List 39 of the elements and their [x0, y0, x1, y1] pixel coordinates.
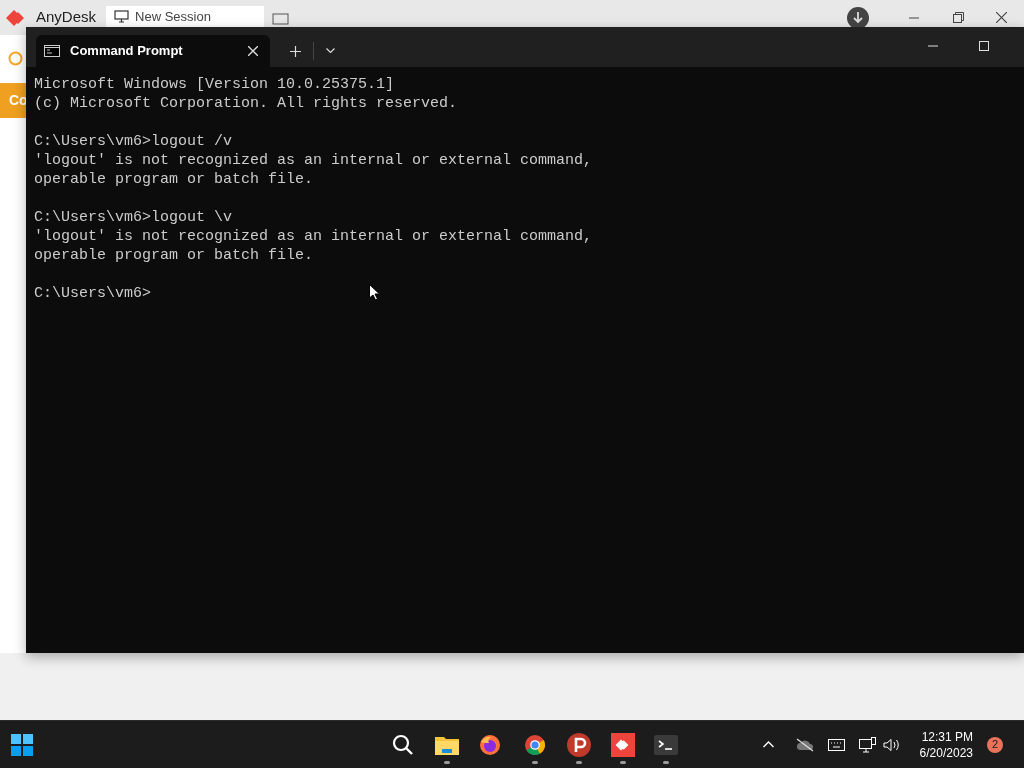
console-line: 'logout' is not recognized as an internal or external command, [34, 151, 593, 170]
browser-fox-icon[interactable] [479, 733, 501, 756]
terminal-tab[interactable]: Command Prompt [36, 35, 270, 67]
monitor-icon [114, 10, 130, 23]
console-line: C:\Users\vm6>logout \v [34, 208, 233, 227]
console-line: 'logout' is not recognized as an internal or external command, [34, 227, 593, 246]
terminal-icon[interactable] [654, 734, 678, 755]
clock[interactable]: 12:31 PM 6/20/2023 [919, 728, 973, 761]
date: 6/20/2023 [919, 744, 973, 761]
notification-badge[interactable]: 2 [987, 736, 1003, 753]
command-prompt-icon [44, 45, 60, 57]
maximize-icon[interactable] [979, 41, 989, 51]
console-line: C:\Users\vm6>logout /v [34, 132, 233, 151]
diamond-app-icon[interactable] [611, 732, 635, 757]
session-tab[interactable]: New Session [106, 6, 265, 27]
console-line: operable program or batch file. [34, 170, 314, 189]
cloud-off-icon[interactable] [795, 737, 814, 752]
download-icon[interactable] [847, 6, 869, 29]
console-line: operable program or batch file. [34, 246, 314, 265]
folder-icon[interactable] [435, 734, 459, 755]
chrome-browser-icon[interactable] [524, 733, 546, 756]
console-line: Microsoft Windows [Version 10.0.25375.1] [34, 75, 395, 94]
console-line: C:\Users\vm6> [34, 284, 152, 303]
time: 12:31 PM [921, 728, 973, 745]
network-icon[interactable] [858, 736, 876, 753]
windows-logo-icon[interactable] [11, 733, 33, 756]
chevron-up-icon[interactable] [762, 741, 774, 748]
chevron-down-icon[interactable] [326, 48, 335, 54]
console-line: (c) Microsoft Corporation. All rights reserved. [34, 94, 458, 113]
plus-icon[interactable] [290, 45, 301, 57]
volume-icon[interactable] [882, 737, 900, 752]
search-icon[interactable] [392, 733, 414, 756]
app-name: AnyDesk [36, 7, 97, 28]
round-p-logo-icon[interactable] [567, 732, 591, 757]
mouse-pointer-icon [369, 284, 380, 301]
keyboard-icon[interactable] [827, 738, 845, 751]
circle-icon [8, 51, 23, 66]
close-icon[interactable] [996, 12, 1007, 23]
restore-icon[interactable] [953, 12, 964, 23]
